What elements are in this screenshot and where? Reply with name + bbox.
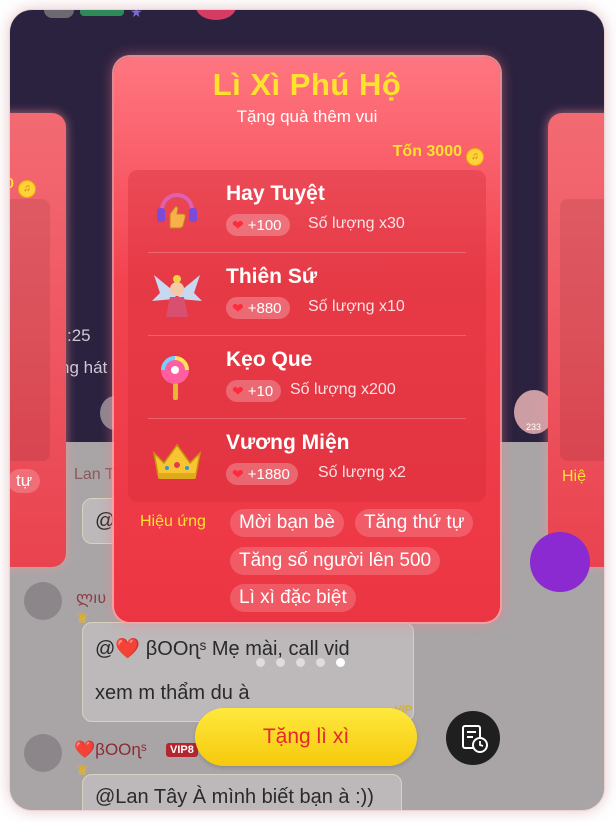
gift-name: Kẹo Que [226,348,313,371]
text-fragment: ng hát [60,358,108,377]
gift-name: Thiên Sứ [226,265,318,288]
gift-list: Hay Tuyệt ❤ +100 Số lượng x30 Thiên Sứ ❤… [128,170,486,502]
heart-icon: ❤ [232,466,244,482]
angel-icon [150,267,204,321]
heart-icon: ❤ [232,383,244,399]
right-card-gift-area [560,199,604,461]
gift-item: Kẹo Que ❤ +10 Số lượng x200 [128,336,486,419]
top-avatar-fragment [44,10,74,18]
effect-chip-special: Lì xì đặc biệt [230,584,356,612]
gift-quantity: Số lượng x200 [290,381,396,398]
star-icon: ★ [130,10,143,20]
gift-item: Thiên Sứ ❤ +880 Số lượng x10 [128,253,486,336]
gift-points: ❤ +10 [226,380,282,402]
lixi-card: Lì Xì Phú Hộ Tặng quà thêm vui Tốn 3000 ♫… [114,57,500,622]
gift-name: Vương Miện [226,431,350,454]
coin-icon: ♫ [466,148,484,166]
card-title: Lì Xì Phú Hộ [212,67,402,102]
heart-icon: ❤ [232,217,244,233]
carousel-dot[interactable] [316,658,325,667]
crown-icon [150,433,204,487]
carousel-dot[interactable] [256,658,265,667]
gift-quantity: Số lượng x2 [318,464,406,481]
carousel-dot-active[interactable] [336,658,345,667]
left-card-cost: 0♫ [10,175,36,198]
gift-points: ❤ +1880 [226,463,298,485]
gift-history-icon [462,725,488,753]
gift-points: ❤ +880 [226,297,290,319]
viewer-count: 233 [526,422,542,432]
avatar[interactable] [24,582,62,620]
thumbs-up-headphones-icon [150,184,204,238]
card-cost: Tốn 3000 ♫ [393,143,484,166]
coin-icon: ♫ [18,180,36,198]
gift-quantity: Số lượng x10 [308,298,405,315]
avatar[interactable] [24,734,62,772]
carousel-indicator [256,654,356,672]
lollipop-icon [150,350,204,404]
top-badge-fragment [80,10,124,16]
effect-chip-capacity: Tăng số người lên 500 [230,547,441,575]
effects-label: Hiệu ứng [140,513,206,530]
chat-username[interactable]: Lan T [74,466,115,484]
screen: ★ :25 ng hát 233 0♫ tự Hiệ Lan T @ ლıʋ ♛… [10,10,604,810]
vip-badge: VIP8 [166,743,198,757]
chat-message: @❤️ βOOɳˢ Mẹ mài, call vid xem m thẩm du… [82,622,414,722]
chat-username[interactable]: ლıʋ [76,588,106,608]
effect-chip-invite: Mời bạn bè [230,509,344,537]
gift-item: Hay Tuyệt ❤ +100 Số lượng x30 [128,170,486,253]
carousel-dot[interactable] [276,658,285,667]
gift-quantity: Số lượng x30 [308,215,405,232]
gift-item: Vương Miện ❤ +1880 Số lượng x2 [128,419,486,502]
cost-label: Tốn 3000 [392,143,462,160]
floating-action-fragment[interactable] [530,532,590,592]
heart-icon: ❤ [232,300,244,316]
gift-history-button[interactable] [446,711,500,765]
left-card-gift-area [10,199,50,461]
chat-username[interactable]: ❤️βOOɳˢ [74,740,147,760]
send-lixi-button[interactable]: Tặng lì xì [195,708,417,766]
gift-name: Hay Tuyệt [226,182,325,205]
chat-message: @Lan Tây À mình biết bạn à :)) [82,774,402,810]
effect-chip-priority: Tăng thứ tự [355,509,474,537]
gift-points: ❤ +100 [226,214,290,236]
time-fragment: :25 [67,326,91,345]
card-subtitle: Tặng quà thêm vui [236,107,378,126]
carousel-dot[interactable] [296,658,305,667]
